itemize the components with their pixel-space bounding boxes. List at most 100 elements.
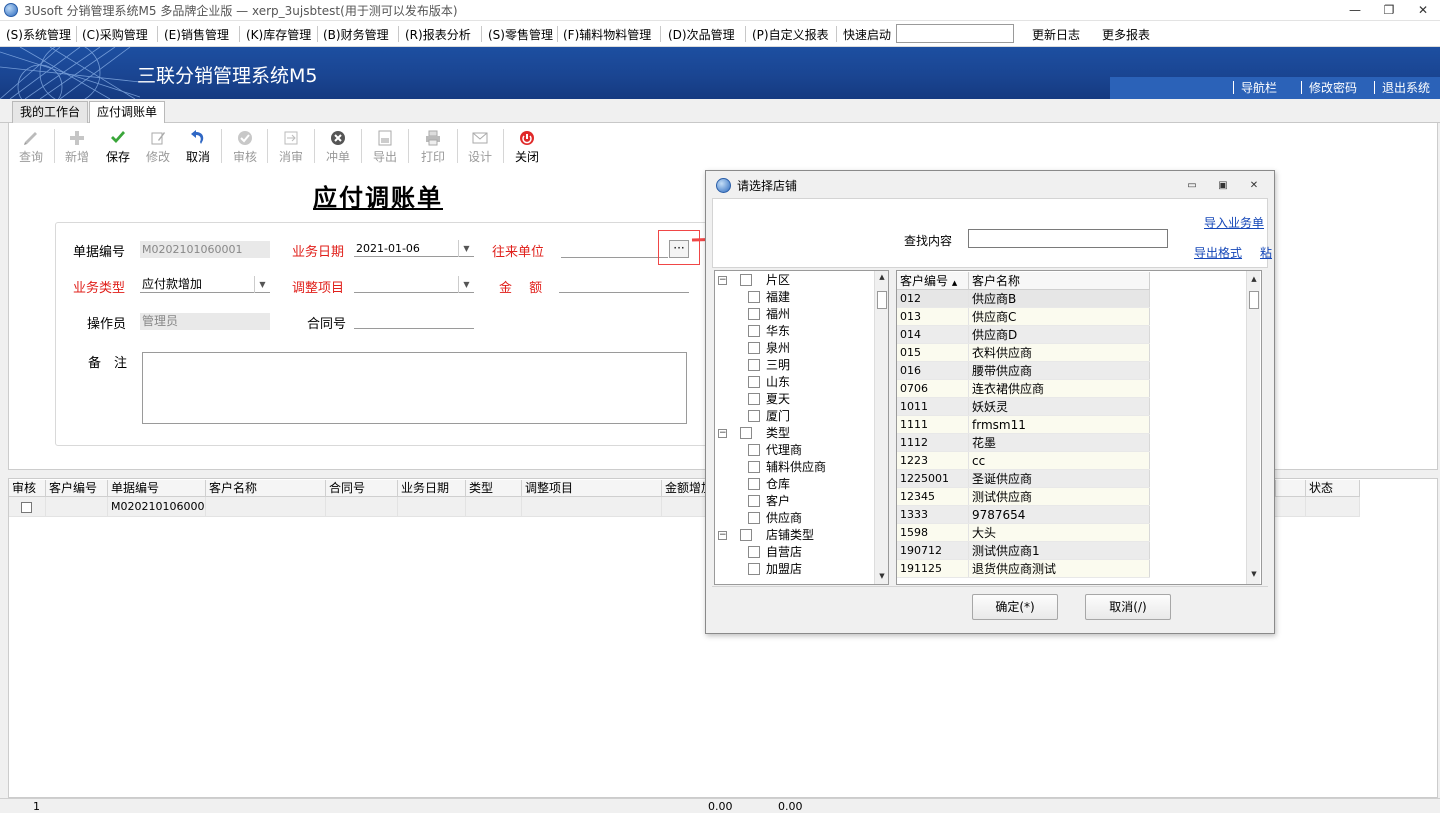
approve-checkbox[interactable] bbox=[21, 501, 32, 513]
partner-field[interactable] bbox=[561, 241, 668, 258]
save-button[interactable]: 保存 bbox=[98, 123, 138, 169]
list-header-customer-name[interactable]: 客户名称 bbox=[969, 272, 1150, 290]
tree-item[interactable]: 福建 bbox=[714, 289, 874, 306]
grid-cell-customer-name[interactable] bbox=[206, 497, 326, 517]
grid-header-amount[interactable]: 金额增加 bbox=[662, 480, 706, 497]
list-row[interactable]: 013 供应商C bbox=[897, 308, 1150, 326]
list-row[interactable]: 1333 9787654 bbox=[897, 506, 1150, 524]
list-row[interactable]: 014 供应商D bbox=[897, 326, 1150, 344]
restore-button[interactable]: ❐ bbox=[1377, 1, 1401, 19]
tree-checkbox[interactable] bbox=[748, 325, 760, 337]
tree-checkbox[interactable] bbox=[748, 342, 760, 354]
export-button[interactable]: 导出 bbox=[365, 123, 405, 169]
export-format-link[interactable]: 导出格式 bbox=[1194, 244, 1242, 261]
biz-date-field[interactable]: 2021-01-06 bbox=[354, 240, 474, 257]
collapse-icon[interactable]: − bbox=[718, 531, 727, 540]
grid-cell-approved[interactable] bbox=[9, 497, 46, 517]
collapse-icon[interactable]: − bbox=[718, 429, 727, 438]
menu-defects[interactable]: (D)次品管理 bbox=[668, 26, 735, 43]
nav-bar-link[interactable]: 导航栏 bbox=[1241, 79, 1277, 96]
more-reports-link[interactable]: 更多报表 bbox=[1102, 26, 1150, 43]
dialog-maximize-button[interactable]: ▣ bbox=[1215, 179, 1231, 193]
list-row[interactable]: 1112 花墨 bbox=[897, 434, 1150, 452]
list-row[interactable]: 015 衣料供应商 bbox=[897, 344, 1150, 362]
menu-materials[interactable]: (F)辅料物料管理 bbox=[563, 26, 651, 43]
grid-cell-amount[interactable] bbox=[662, 497, 706, 517]
tree-item[interactable]: 加盟店 bbox=[714, 561, 874, 578]
print-button[interactable]: 打印 bbox=[413, 123, 453, 169]
amount-field[interactable] bbox=[559, 276, 689, 293]
biz-type-select[interactable]: 应付款增加 bbox=[140, 276, 270, 293]
tree-checkbox[interactable] bbox=[740, 529, 752, 541]
grid-header-customer-name[interactable]: 客户名称 bbox=[206, 480, 326, 497]
import-business-doc-link[interactable]: 导入业务单 bbox=[1204, 214, 1264, 231]
menu-purchase[interactable]: (C)采购管理 bbox=[82, 26, 148, 43]
grid-header-adjust-item[interactable]: 调整项目 bbox=[522, 480, 662, 497]
remark-textarea[interactable] bbox=[142, 352, 687, 424]
adjust-item-dropdown-icon[interactable]: ▼ bbox=[458, 276, 474, 293]
tree-checkbox[interactable] bbox=[748, 563, 760, 575]
list-row[interactable]: 1225001 圣诞供应商 bbox=[897, 470, 1150, 488]
logout-link[interactable]: 退出系统 bbox=[1382, 79, 1430, 96]
grid-header-customer-no[interactable]: 客户编号 bbox=[46, 480, 108, 497]
tree-group[interactable]: − 店铺类型 bbox=[714, 527, 874, 544]
collapse-icon[interactable]: − bbox=[718, 276, 727, 285]
tree-checkbox[interactable] bbox=[748, 512, 760, 524]
tree-checkbox[interactable] bbox=[748, 461, 760, 473]
tree-item[interactable]: 泉州 bbox=[714, 340, 874, 357]
search-input[interactable] bbox=[968, 229, 1168, 248]
list-row[interactable]: 1111 frmsm11 bbox=[897, 416, 1150, 434]
grid-cell-adjust-item[interactable] bbox=[522, 497, 662, 517]
quick-start-input[interactable] bbox=[896, 24, 1014, 43]
tree-group[interactable]: − 类型 bbox=[714, 425, 874, 442]
edit-button[interactable]: 修改 bbox=[138, 123, 178, 169]
menu-custom-reports[interactable]: (P)自定义报表 bbox=[752, 26, 829, 43]
tree-item[interactable]: 山东 bbox=[714, 374, 874, 391]
tree-checkbox[interactable] bbox=[748, 410, 760, 422]
biz-date-dropdown-icon[interactable]: ▼ bbox=[458, 240, 474, 257]
tree-item[interactable]: 代理商 bbox=[714, 442, 874, 459]
scroll-up-icon[interactable]: ▲ bbox=[1247, 273, 1261, 285]
tab-payable-adjustment[interactable]: 应付调账单 bbox=[89, 101, 166, 124]
biz-type-dropdown-icon[interactable]: ▼ bbox=[254, 276, 270, 293]
grid-header-doc-no[interactable]: 单据编号 bbox=[108, 480, 206, 497]
scroll-down-icon[interactable]: ▼ bbox=[1247, 568, 1261, 580]
tree-item[interactable]: 自营店 bbox=[714, 544, 874, 561]
list-row[interactable]: 1598 大头 bbox=[897, 524, 1150, 542]
scroll-up-icon[interactable]: ▲ bbox=[875, 271, 889, 283]
grid-header-contract[interactable]: 合同号 bbox=[326, 480, 398, 497]
dialog-minimize-button[interactable]: ▭ bbox=[1184, 179, 1200, 193]
approve-button[interactable]: 审核 bbox=[225, 123, 265, 169]
tree-item[interactable]: 客户 bbox=[714, 493, 874, 510]
grid-cell-date[interactable] bbox=[398, 497, 466, 517]
unapprove-button[interactable]: 消审 bbox=[271, 123, 311, 169]
close-button[interactable]: 关闭 bbox=[507, 123, 547, 169]
tree-item[interactable]: 仓库 bbox=[714, 476, 874, 493]
list-header-customer-no[interactable]: 客户编号 ▲ bbox=[897, 272, 969, 290]
grid-cell-customer-no[interactable] bbox=[46, 497, 108, 517]
changelog-link[interactable]: 更新日志 bbox=[1032, 26, 1080, 43]
grid-cell-contract[interactable] bbox=[326, 497, 398, 517]
new-button[interactable]: 新增 bbox=[57, 123, 97, 169]
dialog-close-button[interactable]: ✕ bbox=[1246, 179, 1262, 193]
tree-scroll-thumb[interactable] bbox=[877, 291, 887, 309]
menu-inventory[interactable]: (K)库存管理 bbox=[246, 26, 311, 43]
tree-checkbox[interactable] bbox=[748, 478, 760, 490]
grid-header-approved[interactable]: 审核 bbox=[9, 480, 46, 497]
tree-item[interactable]: 三明 bbox=[714, 357, 874, 374]
list-row[interactable]: 1011 妖妖灵 bbox=[897, 398, 1150, 416]
grid-header-date[interactable]: 业务日期 bbox=[398, 480, 466, 497]
tree-checkbox[interactable] bbox=[748, 393, 760, 405]
paste-link[interactable]: 粘 bbox=[1260, 244, 1272, 261]
list-row[interactable]: 1223 cc bbox=[897, 452, 1150, 470]
menu-reports[interactable]: (R)报表分析 bbox=[405, 26, 471, 43]
change-password-link[interactable]: 修改密码 bbox=[1309, 79, 1357, 96]
tree-checkbox[interactable] bbox=[740, 274, 752, 286]
tree-checkbox[interactable] bbox=[748, 359, 760, 371]
adjust-item-select[interactable] bbox=[354, 276, 474, 293]
ok-button[interactable]: 确定(*) bbox=[972, 594, 1058, 620]
tree-checkbox[interactable] bbox=[748, 291, 760, 303]
list-row[interactable]: 12345 测试供应商 bbox=[897, 488, 1150, 506]
list-row[interactable]: 0706 连衣裙供应商 bbox=[897, 380, 1150, 398]
list-scrollbar[interactable]: ▲ ▼ bbox=[1246, 271, 1260, 584]
